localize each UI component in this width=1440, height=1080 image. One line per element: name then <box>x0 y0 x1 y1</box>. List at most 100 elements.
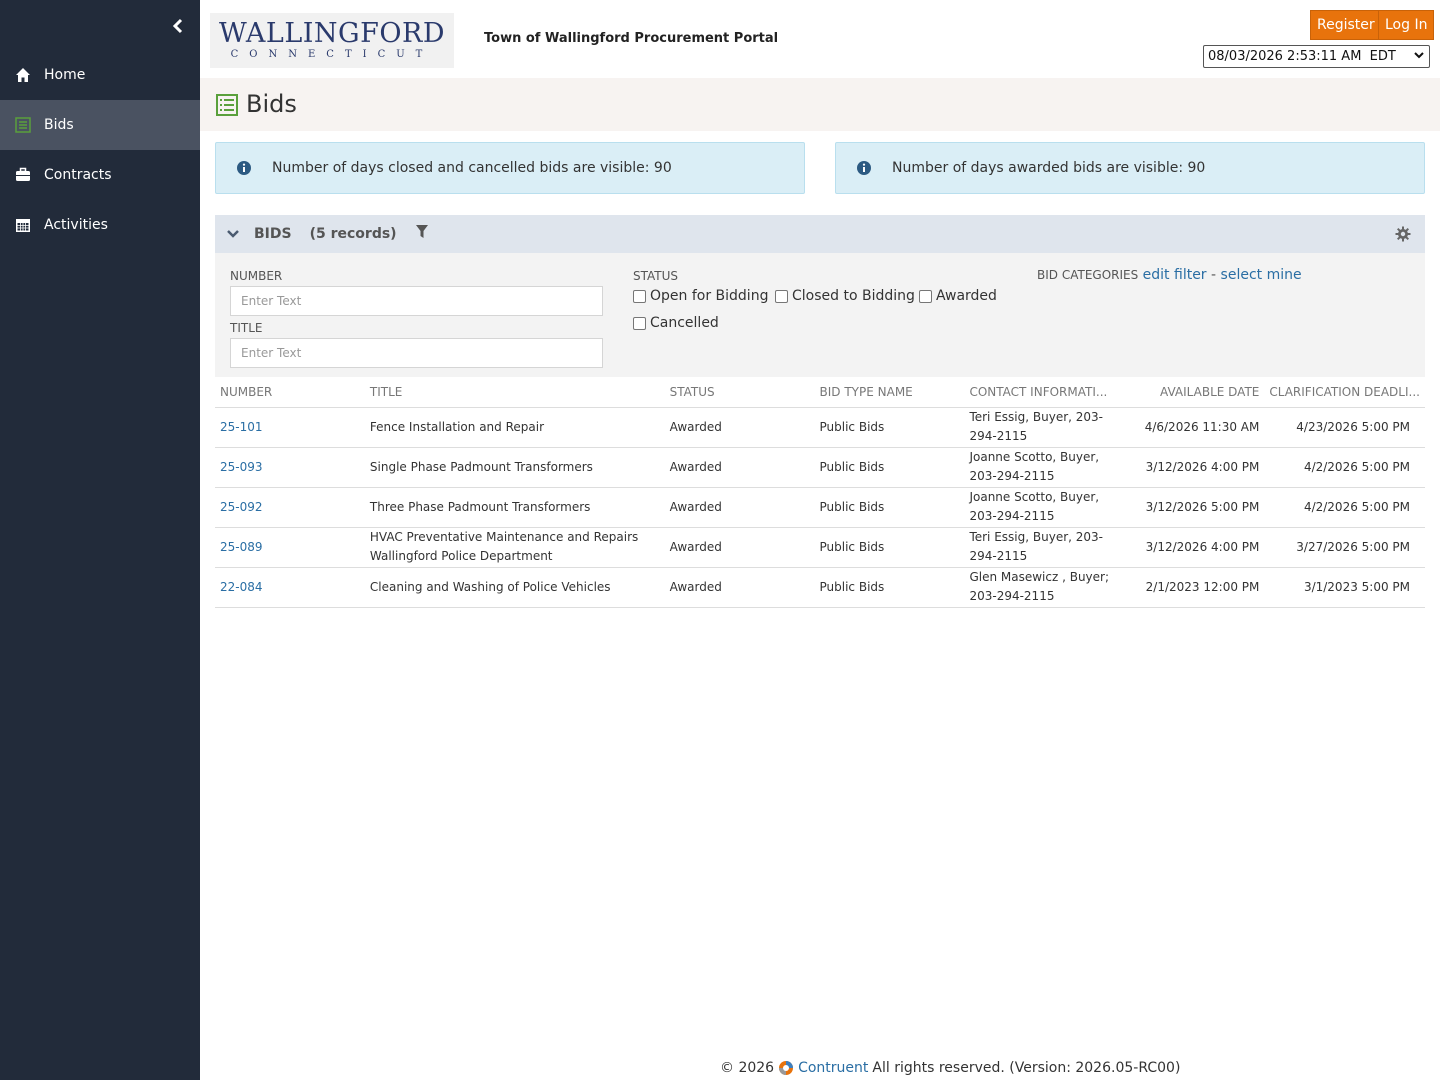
contruent-link[interactable]: Contruent <box>798 1060 868 1076</box>
page-title-bar: Bids <box>200 78 1440 131</box>
bid-contact: Joanne Scotto, Buyer, 203-294-2115 <box>964 447 1115 488</box>
bid-number-link[interactable]: 25-089 <box>220 540 263 554</box>
checkbox-label: Awarded <box>936 288 997 304</box>
info-awarded: Number of days awarded bids are visible:… <box>835 142 1425 194</box>
table-row[interactable]: 25-092 Three Phase Padmount Transformers… <box>215 487 1425 528</box>
checkbox-label: Closed to Bidding <box>792 288 915 304</box>
sidebar: Home Bids Contracts Activities <box>0 0 200 1080</box>
bid-number-link[interactable]: 25-093 <box>220 460 263 474</box>
footer-copyright: © 2026 <box>720 1060 775 1076</box>
bid-contact: Teri Essig, Buyer, 203-294-2115 <box>964 527 1115 568</box>
info-closed-cancelled-text: Number of days closed and cancelled bids… <box>272 160 672 176</box>
bids-panel-header: BIDS (5 records) <box>215 215 1425 253</box>
wallingford-logo[interactable]: WALLINGFORD CONNECTICUT <box>210 13 454 68</box>
info-icon <box>856 160 872 176</box>
bid-number-link[interactable]: 25-092 <box>220 500 263 514</box>
bid-number-link[interactable]: 25-101 <box>220 420 263 434</box>
bids-table: NUMBER TITLE STATUS BID TYPE NAME CONTAC… <box>215 377 1425 608</box>
bid-type: Public Bids <box>814 407 965 448</box>
info-awarded-text: Number of days awarded bids are visible:… <box>892 160 1206 176</box>
status-closed-checkbox[interactable]: Closed to Bidding <box>775 288 915 304</box>
filter-icon[interactable] <box>415 224 429 240</box>
timezone-select[interactable]: 08/03/2026 2:53:11 AM EDT <box>1203 45 1430 68</box>
sidebar-item-label: Home <box>44 67 86 83</box>
table-row[interactable]: 25-089 HVAC Preventative Maintenance and… <box>215 527 1425 568</box>
info-icon <box>236 160 252 176</box>
portal-title: Town of Wallingford Procurement Portal <box>484 31 779 46</box>
sidebar-nav: Home Bids Contracts Activities <box>0 50 200 250</box>
bid-type: Public Bids <box>814 447 965 488</box>
contruent-logo-icon <box>778 1060 794 1076</box>
status-filter-label: STATUS <box>633 269 679 283</box>
column-header-contact[interactable]: CONTACT INFORMATI... <box>964 377 1115 408</box>
bids-list-icon <box>216 94 238 120</box>
bid-contact: Glen Masewicz , Buyer; 203-294-2115 <box>964 567 1115 608</box>
header: WALLINGFORD CONNECTICUT Town of Wallingf… <box>200 0 1440 78</box>
bid-type: Public Bids <box>814 527 965 568</box>
bid-status: Awarded <box>664 567 815 608</box>
column-header-available-date[interactable]: AVAILABLE DATE <box>1114 377 1265 408</box>
sidebar-item-label: Contracts <box>44 167 112 183</box>
column-header-title[interactable]: TITLE <box>364 377 665 408</box>
bid-categories-label: BID CATEGORIES <box>1037 268 1139 282</box>
column-header-clarification-deadline[interactable]: CLARIFICATION DEADLI... <box>1264 377 1425 408</box>
sidebar-item-home[interactable]: Home <box>0 50 200 100</box>
table-row[interactable]: 25-093 Single Phase Padmount Transformer… <box>215 447 1425 488</box>
register-button[interactable]: Register <box>1310 10 1382 40</box>
bid-type: Public Bids <box>814 567 965 608</box>
sidebar-item-activities[interactable]: Activities <box>0 200 200 250</box>
footer-rights: All rights reserved. (Version: 2026.05-R… <box>872 1060 1181 1076</box>
number-filter-label: NUMBER <box>230 269 283 283</box>
home-icon <box>14 66 32 84</box>
bid-contact: Teri Essig, Buyer, 203-294-2115 <box>964 407 1115 448</box>
page-title: Bids <box>246 90 297 118</box>
column-header-status[interactable]: STATUS <box>664 377 815 408</box>
checkbox[interactable] <box>633 289 646 303</box>
calendar-icon <box>14 216 32 234</box>
edit-filter-link[interactable]: edit filter <box>1143 267 1207 283</box>
status-awarded-checkbox[interactable]: Awarded <box>919 288 997 304</box>
bids-filters: NUMBER Enter Text TITLE Enter Text STATU… <box>215 253 1425 377</box>
bid-status: Awarded <box>664 527 815 568</box>
bid-number-link[interactable]: 22-084 <box>220 580 263 594</box>
bid-title: Single Phase Padmount Transformers <box>364 447 665 488</box>
status-cancelled-checkbox[interactable]: Cancelled <box>633 315 719 331</box>
table-row[interactable]: 25-101 Fence Installation and Repair Awa… <box>215 407 1425 448</box>
separator: - <box>1211 267 1217 283</box>
login-button[interactable]: Log In <box>1378 10 1435 40</box>
bid-available-date: 3/12/2026 5:00 PM <box>1114 487 1265 528</box>
logo-line2: CONNECTICUT <box>230 49 434 60</box>
collapse-sidebar-icon[interactable] <box>170 16 186 36</box>
checkbox-label: Open for Bidding <box>650 288 769 304</box>
column-header-number[interactable]: NUMBER <box>215 377 365 408</box>
bid-title: HVAC Preventative Maintenance and Repair… <box>364 527 665 568</box>
number-filter-input[interactable]: Enter Text <box>230 286 603 316</box>
bid-status: Awarded <box>664 487 815 528</box>
records-count: (5 records) <box>309 226 397 242</box>
chevron-down-icon <box>1413 49 1425 64</box>
bid-available-date: 3/12/2026 4:00 PM <box>1114 447 1265 488</box>
gear-icon[interactable] <box>1395 226 1411 242</box>
sidebar-item-contracts[interactable]: Contracts <box>0 150 200 200</box>
checkbox[interactable] <box>919 289 932 303</box>
checkbox[interactable] <box>775 289 788 303</box>
select-mine-link[interactable]: select mine <box>1221 267 1302 283</box>
bid-clarification-deadline: 3/1/2023 5:00 PM <box>1264 567 1425 608</box>
table-row[interactable]: 22-084 Cleaning and Washing of Police Ve… <box>215 567 1425 608</box>
table-header-row: NUMBER TITLE STATUS BID TYPE NAME CONTAC… <box>215 377 1425 408</box>
footer: © 2026 Contruent All rights reserved. (V… <box>720 1060 1180 1076</box>
bid-contact: Joanne Scotto, Buyer, 203-294-2115 <box>964 487 1115 528</box>
bid-title: Three Phase Padmount Transformers <box>364 487 665 528</box>
bid-available-date: 4/6/2026 11:30 AM <box>1114 407 1265 448</box>
sidebar-item-bids[interactable]: Bids <box>0 100 200 150</box>
checkbox-label: Cancelled <box>650 315 719 331</box>
title-filter-label: TITLE <box>230 321 263 335</box>
timezone-select-value: 08/03/2026 2:53:11 AM EDT <box>1208 49 1396 64</box>
chevron-down-icon[interactable] <box>226 228 240 240</box>
logo-line1: WALLINGFORD <box>219 18 445 49</box>
checkbox[interactable] <box>633 316 646 330</box>
status-open-checkbox[interactable]: Open for Bidding <box>633 288 768 304</box>
column-header-bid-type[interactable]: BID TYPE NAME <box>814 377 965 408</box>
title-filter-input[interactable]: Enter Text <box>230 338 603 368</box>
info-closed-cancelled: Number of days closed and cancelled bids… <box>215 142 805 194</box>
